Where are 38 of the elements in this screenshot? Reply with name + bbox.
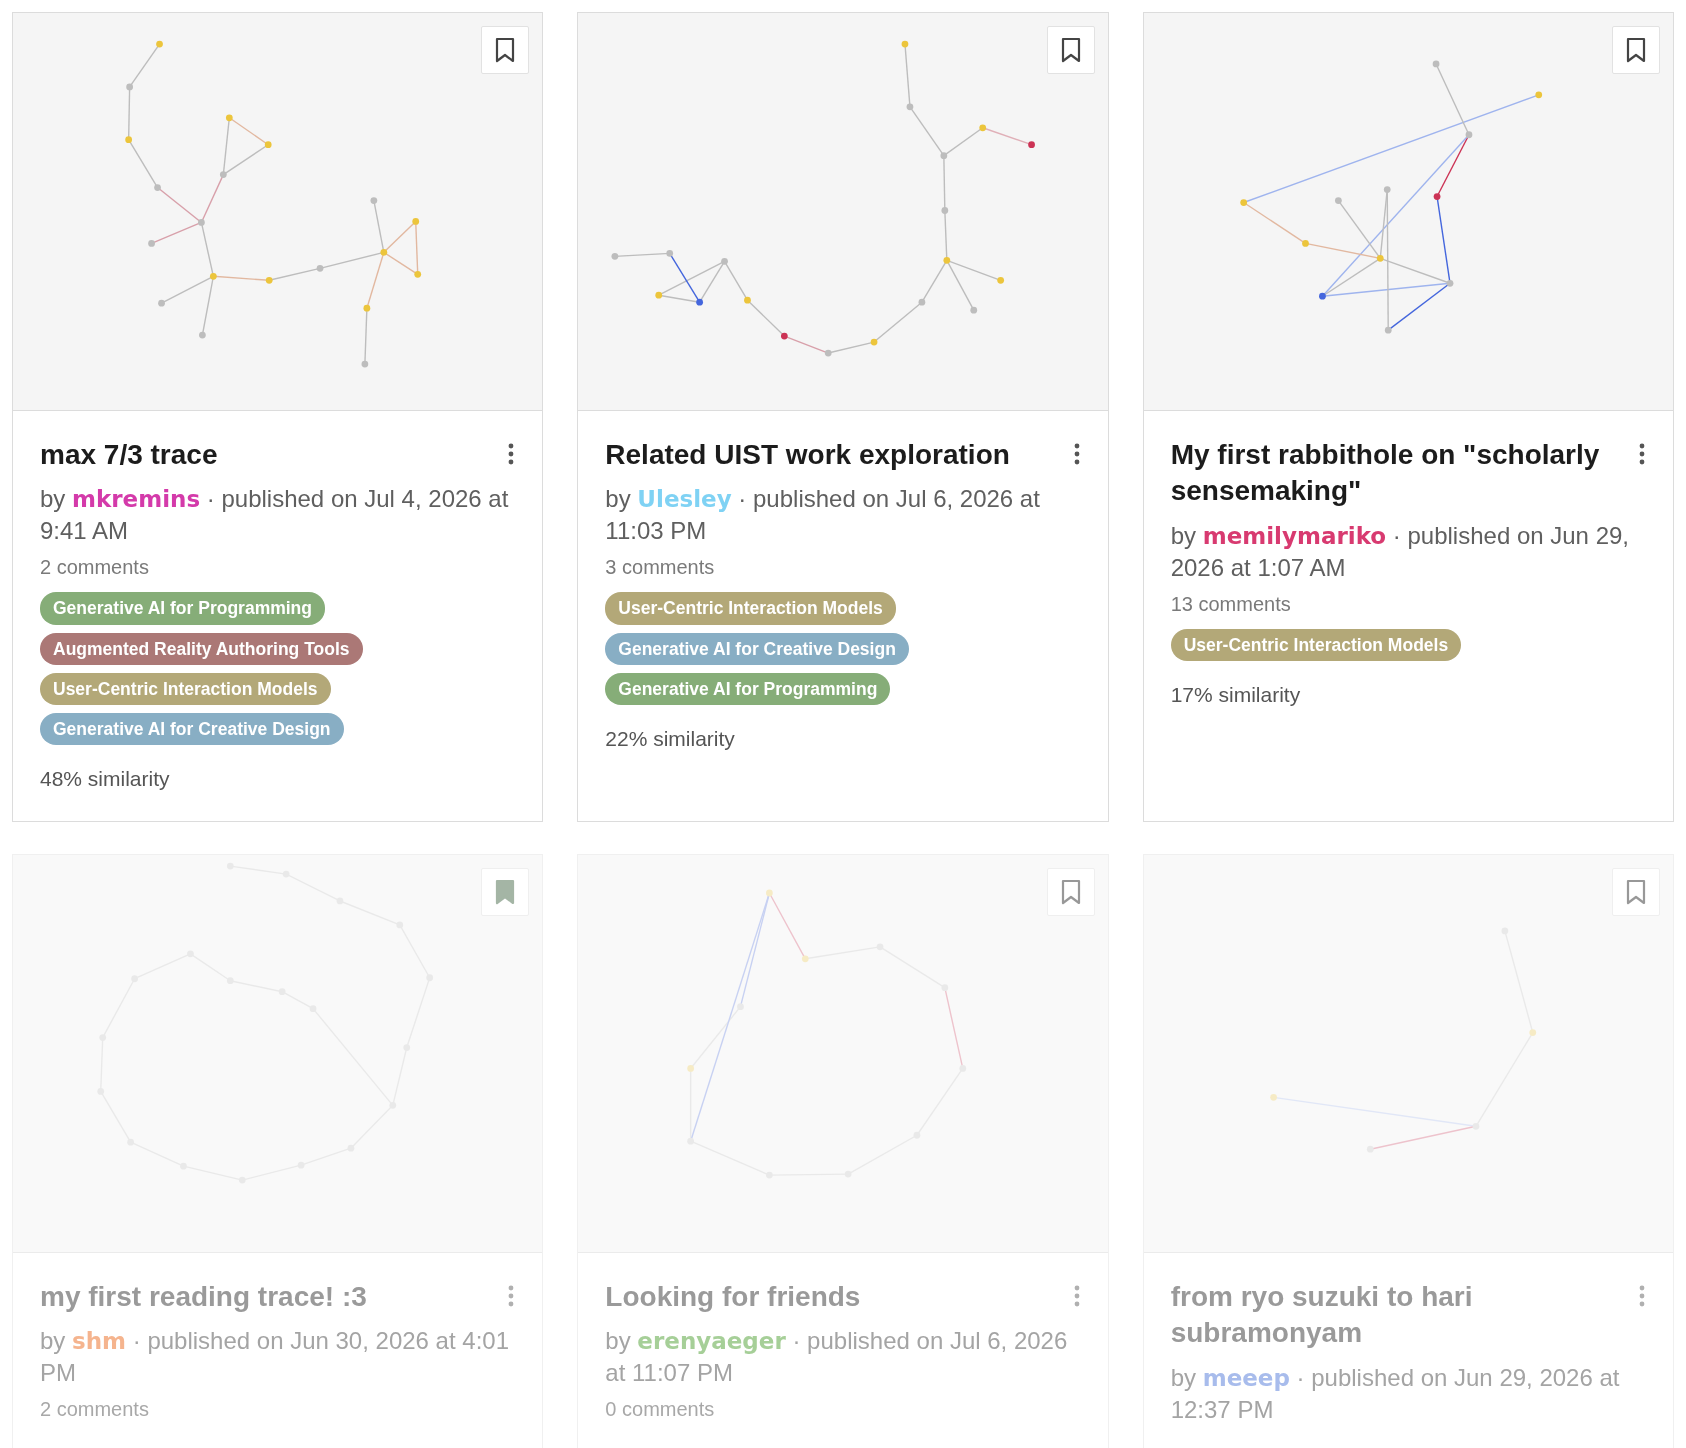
topic-tag: User-Centric Interaction Models [40, 672, 331, 706]
card-title: my first reading trace! :3 [40, 1279, 367, 1314]
trace-card[interactable]: Looking for friends by erenyaeger · published on Jul 6, 2026 at 11:07 PM 0 comments [577, 853, 1109, 1448]
similarity-score: 17% similarity [1170, 682, 1302, 709]
topic-tag: Augmented Reality Authoring Tools [40, 632, 363, 665]
similarity-score: 22% similarity [605, 726, 736, 753]
comment-count: 0 comments [605, 1397, 716, 1423]
author-link[interactable]: meeep [1202, 1364, 1290, 1391]
byline: by memilymariko · published on Jun 29, 2026 at 1:07 AM [1170, 520, 1630, 583]
author-link[interactable]: mkremins [72, 486, 201, 513]
author-link[interactable]: shm [72, 1328, 127, 1355]
card-title: Looking for friends [605, 1279, 861, 1314]
author-link[interactable]: Ulesley [637, 486, 732, 513]
byline: by mkremins · published on Jul 4, 2026 at 9:41 AM [40, 484, 510, 547]
topic-tag: User-Centric Interaction Models [605, 592, 896, 625]
byline: by erenyaeger · published on Jul 6, 2026 at 11:07 PM [605, 1326, 1069, 1389]
comment-count: 2 comments [40, 1397, 150, 1423]
topic-tag: Generative AI for Programming [40, 592, 325, 625]
comment-count: 13 comments [1170, 591, 1292, 617]
author-link[interactable]: memilymariko [1202, 522, 1387, 549]
byline: by Ulesley · published on Jul 6, 2026 at 11:03 PM [605, 484, 1041, 547]
topic-tag: Generative AI for Creative Design [605, 632, 909, 665]
card-title: Related UIST work exploration [605, 438, 1010, 472]
topic-tag: Generative AI for Programming [605, 672, 891, 706]
trace-card[interactable]: my first reading trace! :3 by shm · published on Jun 30, 2026 at 4:01 PM 2 comments [12, 853, 544, 1448]
card-title: My first rabbithole on "scholarly sensemaking" [1170, 438, 1601, 509]
byline: by meeep · published on Jun 29, 2026 at 12:37 PM [1170, 1362, 1621, 1425]
topic-tag: Generative AI for Creative Design [40, 713, 344, 746]
author-link[interactable]: erenyaeger [637, 1328, 786, 1355]
card-title: from ryo suzuki to hari subramonyam [1170, 1279, 1474, 1351]
similarity-score: 48% similarity [40, 766, 171, 793]
card-title: max 7/3 trace [40, 438, 218, 472]
trace-card[interactable]: from ryo suzuki to hari subramonyam by meeep · published on Jun 29, 2026 at 12:37 PM [1142, 853, 1674, 1448]
comment-count: 2 comments [40, 555, 150, 581]
topic-tag: User-Centric Interaction Models [1170, 628, 1462, 662]
comment-count: 3 comments [605, 555, 716, 581]
byline: by shm · published on Jun 30, 2026 at 4:01 PM [40, 1326, 510, 1389]
trace-card[interactable]: My first rabbithole on "scholarly sensemaking" by memilymariko · published on Jun 29, 2026 at 1:07 AM 13 comments User-Centric Interaction Models 17% similarity [1142, 12, 1674, 822]
